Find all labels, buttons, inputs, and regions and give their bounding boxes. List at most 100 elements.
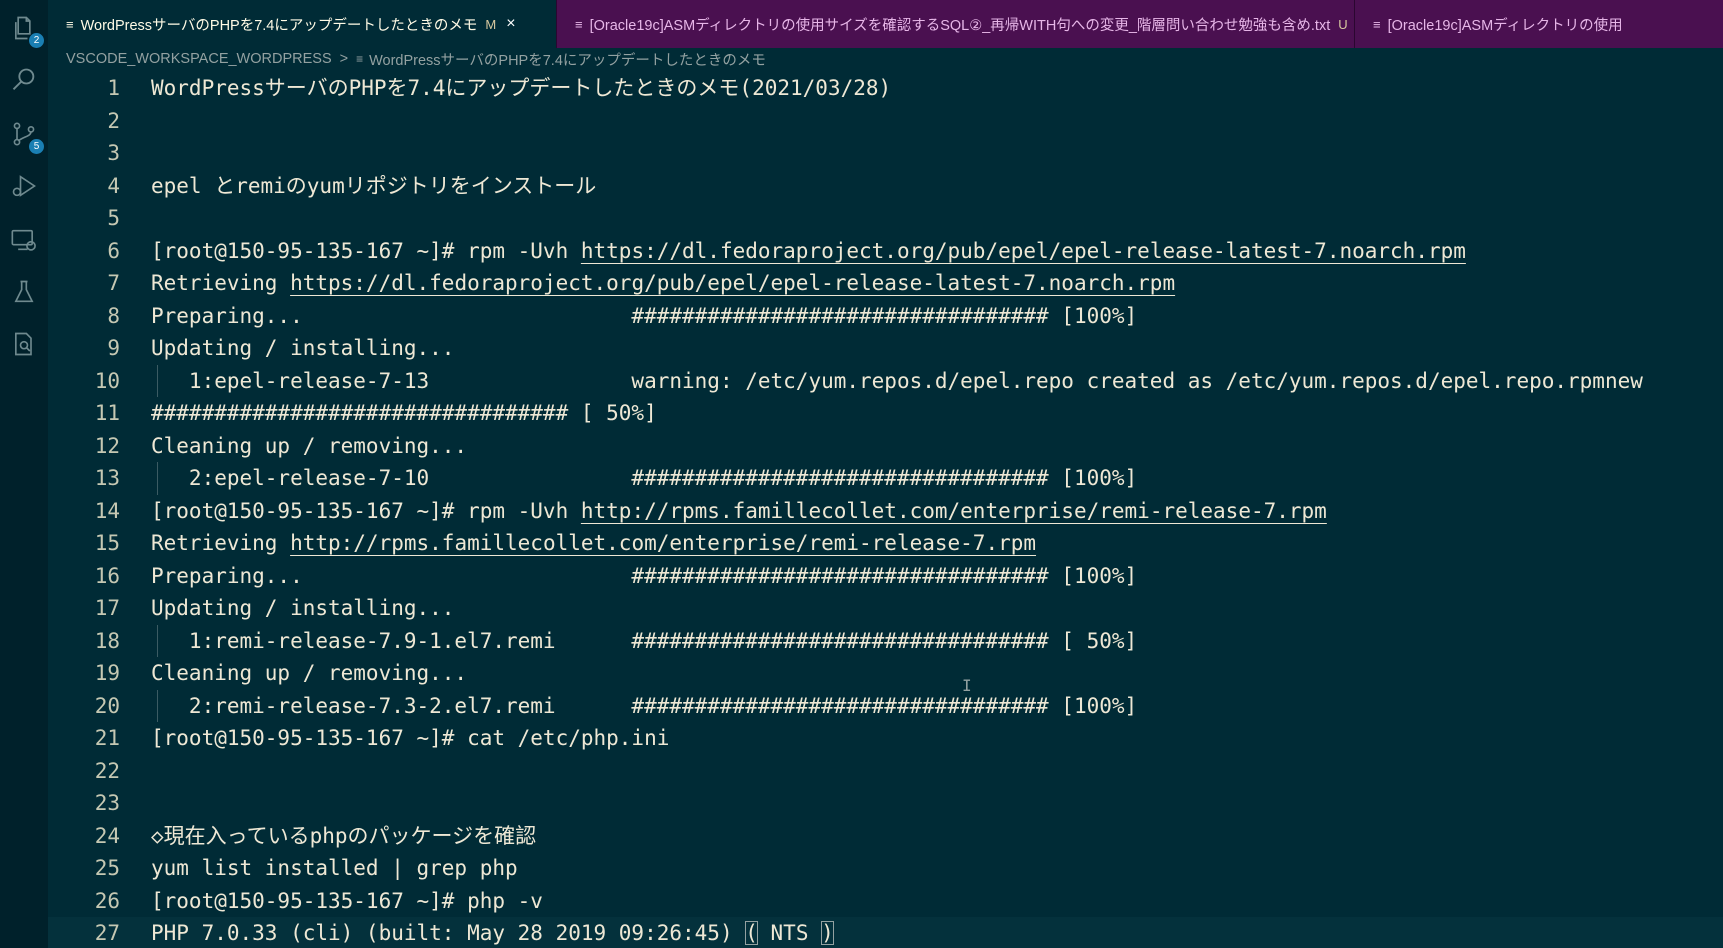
editor-line[interactable]: 25 yum list installed | grep php [48,852,1723,885]
editor-line[interactable]: 12 Cleaning up / removing... [48,430,1723,463]
editor-line[interactable]: 10 1:epel-release-7-13 warning: /etc/yum… [48,364,1723,398]
editor-line[interactable]: 2 [48,105,1723,138]
remote-explorer-icon[interactable] [6,222,42,258]
editor-line[interactable]: 15 Retrieving http://rpms.famillecollet.c… [48,527,1723,560]
line-content: Preparing... ###########################… [151,560,1137,593]
tab-oracle-asm-sql[interactable]: ≡ [Oracle19c]ASMディレクトリの使用サイズを確認するSQL②_再帰… [557,0,1355,48]
editor-line[interactable]: 4 epel とremiのyumリポジトリをインストール [48,170,1723,203]
line-number: 23 [94,791,120,815]
code-text: [root@150-95-135-167 ~]# cat /etc/php.in… [151,726,670,750]
line-number: 7 [107,271,120,295]
line-content: 1:epel-release-7-13 warning: /etc/yum.re… [151,365,1643,398]
code-text: Updating / installing... [151,336,455,360]
editor-line[interactable]: 18 1:remi-release-7.9-1.el7.remi #######… [48,624,1723,657]
editor-line[interactable]: 27 PHP 7.0.33 (cli) (built: May 28 2019 0… [48,917,1723,948]
line-content: Updating / installing... [151,592,454,625]
line-content: 2:epel-release-7-10 ####################… [151,462,1137,495]
code-text: 2:remi-release-7.3-2.el7.remi ##########… [151,693,1138,718]
breadcrumb-file[interactable]: WordPressサーバのPHPを7.4にアップデートしたときのメモ [369,49,766,70]
search-icon[interactable] [6,62,42,98]
url-link[interactable]: http://rpms.famillecollet.com/enterprise… [581,499,1327,523]
editor-line[interactable]: 7 Retrieving https://dl.fedoraproject.org… [48,267,1723,300]
editor-line[interactable]: 22 [48,755,1723,788]
line-number: 20 [94,693,120,718]
code-text: 1:remi-release-7.9-1.el7.remi ##########… [151,628,1138,653]
line-content: Updating / installing... [151,332,454,365]
line-number: 14 [94,498,120,523]
line-number: 21 [94,726,120,750]
line-content: 2:remi-release-7.3-2.el7.remi ##########… [151,690,1137,723]
url-link[interactable]: https://dl.fedoraproject.org/pub/epel/ep… [290,271,1175,295]
editor-line[interactable]: 8 Preparing... ##########################… [48,300,1723,333]
code-text: Preparing... ###########################… [151,303,1138,328]
editor-line[interactable]: 6 [root@150-95-135-167 ~]# rpm -Uvh https… [48,235,1723,268]
testing-icon[interactable] [6,274,42,310]
line-number: 25 [94,856,120,880]
code-text: Cleaning up / removing... [151,433,468,458]
close-icon[interactable]: × [506,15,515,33]
code-text: WordPressサーバのPHPを7.4にアップデートしたときのメモ(2021/… [151,76,892,100]
editor-line[interactable]: 23 [48,787,1723,820]
url-link[interactable]: https://dl.fedoraproject.org/pub/epel/ep… [581,239,1466,263]
line-content: Retrieving https://dl.fedoraproject.org/… [151,267,1175,300]
editor-line[interactable]: 17 Updating / installing... [48,592,1723,625]
line-number: 18 [94,628,120,653]
tab-label: [Oracle19c]ASMディレクトリの使用 [1387,17,1623,34]
editor-line[interactable]: 26 [root@150-95-135-167 ~]# php -v [48,885,1723,918]
source-control-icon[interactable]: 5 [6,116,44,154]
tab-label: [Oracle19c]ASMディレクトリの使用サイズを確認するSQL②_再帰WI… [589,17,1331,34]
document-search-icon[interactable] [6,326,42,362]
url-link[interactable]: http://rpms.famillecollet.com/enterprise… [290,531,1036,555]
line-number: 9 [107,336,120,360]
line-number: 19 [94,661,120,685]
editor-line[interactable]: 3 [48,137,1723,170]
mouse-ibeam-cursor-icon: I [962,676,972,695]
line-number: 22 [94,758,120,783]
breadcrumb-workspace[interactable]: VSCODE_WORKSPACE_WORDPRESS [66,51,332,67]
editor-line[interactable]: 11 ################################# [ 50… [48,397,1723,430]
activity-bar: 2 5 [0,0,48,948]
editor-line[interactable]: 19 Cleaning up / removing... [48,657,1723,690]
code-text: 1:epel-release-7-13 warning: /etc/yum.re… [151,368,1643,393]
source-control-badge: 5 [29,139,44,154]
editor-line[interactable]: 9 Updating / installing... [48,332,1723,365]
line-content: yum list installed | grep php [151,852,518,885]
line-content: [root@150-95-135-167 ~]# rpm -Uvh http:/… [151,495,1327,528]
line-content: [root@150-95-135-167 ~]# rpm -Uvh https:… [151,235,1466,268]
editor-line[interactable]: 5 [48,202,1723,235]
editor-line[interactable]: 1 WordPressサーバのPHPを7.4にアップデートしたときのメモ(2021… [48,72,1723,105]
line-number: 27 [94,921,120,945]
modified-indicator: M [485,16,497,32]
line-content: epel とremiのyumリポジトリをインストール [151,170,596,203]
editor-line[interactable]: 21 [root@150-95-135-167 ~]# cat /etc/php.… [48,722,1723,755]
line-number: 6 [107,238,120,263]
code-text: [root@150-95-135-167 ~]# rpm -Uvh [151,498,581,523]
line-number: 13 [94,466,120,490]
editor-line[interactable]: 24 ◇現在入っているphpのパッケージを確認 [48,820,1723,853]
tab-wordpress-php-memo[interactable]: ≡ WordPressサーバのPHPを7.4にアップデートしたときのメモ M × [48,0,557,48]
breadcrumb-separator: > [339,51,349,67]
editor-line[interactable]: 20 2:remi-release-7.3-2.el7.remi #######… [48,689,1723,723]
text-file-icon: ≡ [575,16,583,32]
tab-bar: ≡ WordPressサーバのPHPを7.4にアップデートしたときのメモ M ×… [48,0,1723,48]
line-number: 24 [94,823,120,848]
editor-line[interactable]: 13 2:epel-release-7-10 #################… [48,462,1723,495]
editor-line[interactable]: 14 [root@150-95-135-167 ~]# rpm -Uvh http… [48,495,1723,528]
line-number: 8 [107,303,120,328]
line-content: [root@150-95-135-167 ~]# cat /etc/php.in… [151,722,669,755]
line-number: 1 [107,76,120,100]
code-text: [root@150-95-135-167 ~]# php -v [151,888,543,913]
editor-line[interactable]: 16 Preparing... #########################… [48,560,1723,593]
code-text: NTS [757,921,822,945]
text-file-icon: ≡ [1373,16,1381,32]
code-text: Preparing... ###########################… [151,563,1138,588]
code-text: Cleaning up / removing... [151,661,468,685]
run-debug-icon[interactable] [6,168,42,204]
line-content: PHP 7.0.33 (cli) (built: May 28 2019 09:… [151,917,834,948]
code-text: PHP 7.0.33 (cli) (built: May 28 2019 09:… [151,921,746,945]
tab-oracle-asm-usage[interactable]: ≡ [Oracle19c]ASMディレクトリの使用 [1355,0,1723,48]
code-text: [root@150-95-135-167 ~]# rpm -Uvh [151,238,581,263]
editor[interactable]: 1 WordPressサーバのPHPを7.4にアップデートしたときのメモ(2021… [48,72,1723,948]
explorer-icon[interactable]: 2 [6,10,44,48]
code-text: epel とremiのyumリポジトリをインストール [151,173,597,198]
